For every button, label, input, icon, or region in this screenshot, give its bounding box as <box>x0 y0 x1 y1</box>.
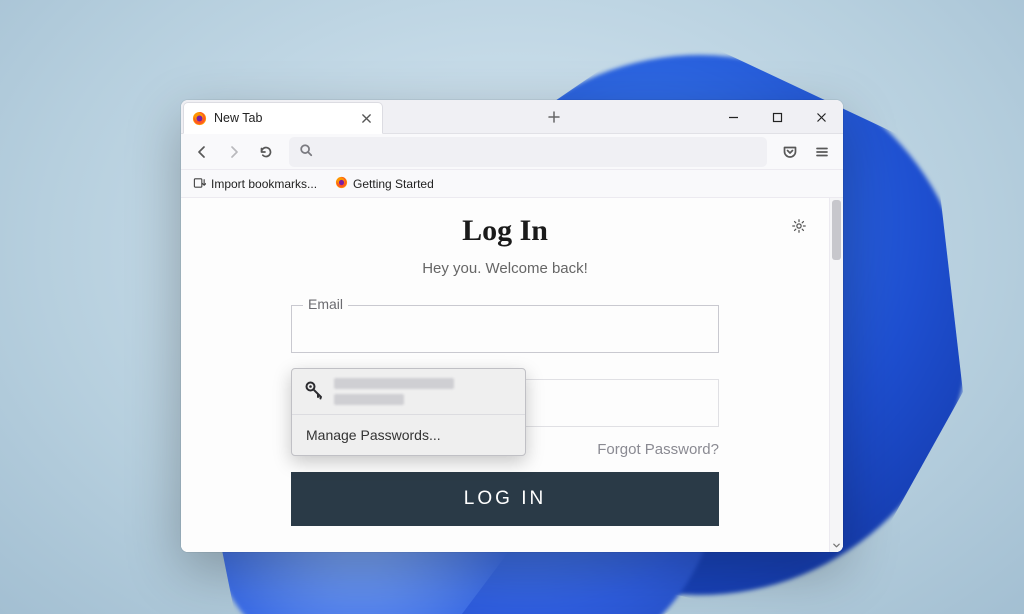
tab-title: New Tab <box>214 111 262 125</box>
titlebar: New Tab <box>181 100 843 134</box>
maximize-button[interactable] <box>755 100 799 134</box>
minimize-button[interactable] <box>711 100 755 134</box>
key-icon <box>304 380 324 403</box>
app-menu-button[interactable] <box>807 137 837 167</box>
password-autofill-popup: Manage Passwords... <box>291 368 526 456</box>
email-input[interactable] <box>291 305 719 353</box>
page-title: Log In <box>291 214 719 248</box>
back-button[interactable] <box>187 137 217 167</box>
window-controls <box>711 100 843 134</box>
scrollbar-thumb[interactable] <box>832 200 841 260</box>
bookmark-label: Getting Started <box>353 177 434 191</box>
tab-close-button[interactable] <box>358 110 374 126</box>
bookmark-label: Import bookmarks... <box>211 177 317 191</box>
page-subtitle: Hey you. Welcome back! <box>291 260 719 277</box>
new-tab-button[interactable] <box>540 103 568 131</box>
pocket-button[interactable] <box>775 137 805 167</box>
url-bar[interactable] <box>289 137 767 167</box>
reload-button[interactable] <box>251 137 281 167</box>
import-icon <box>193 176 206 192</box>
bookmark-import[interactable]: Import bookmarks... <box>187 173 323 195</box>
close-window-button[interactable] <box>799 100 843 134</box>
settings-gear-button[interactable] <box>787 214 811 238</box>
search-icon <box>299 143 313 160</box>
manage-passwords-link[interactable]: Manage Passwords... <box>292 415 525 455</box>
firefox-icon <box>335 176 348 192</box>
email-field-group: Email <box>291 305 719 353</box>
login-submit-button[interactable]: LOG IN <box>291 472 719 526</box>
scrollbar-down-arrow[interactable] <box>830 538 843 552</box>
browser-tab[interactable]: New Tab <box>183 102 383 134</box>
login-button-label: LOG IN <box>464 488 546 510</box>
login-page: Log In Hey you. Welcome back! Email Forg… <box>181 198 829 552</box>
email-label: Email <box>303 296 348 312</box>
vertical-scrollbar[interactable] <box>829 198 843 552</box>
bookmark-getting-started[interactable]: Getting Started <box>329 173 440 195</box>
bookmarks-bar: Import bookmarks... Getting Started <box>181 170 843 198</box>
autofill-credentials-redacted <box>334 378 454 405</box>
autofill-suggestion[interactable] <box>292 369 525 415</box>
firefox-icon <box>192 111 207 126</box>
nav-toolbar <box>181 134 843 170</box>
forward-button[interactable] <box>219 137 249 167</box>
content-area: Log In Hey you. Welcome back! Email Forg… <box>181 198 843 552</box>
browser-window: New Tab <box>181 100 843 552</box>
page-frame: Log In Hey you. Welcome back! Email Forg… <box>181 198 829 552</box>
